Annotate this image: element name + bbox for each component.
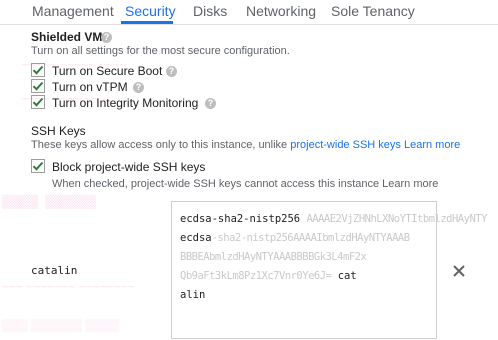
shielded-vm-description: Turn on all settings for the most secure… (31, 45, 290, 57)
ssh-key-line: BBBEAbmlzdHAyNTYAAABBBBGk3L4mF2x (180, 251, 367, 263)
tab-management[interactable]: Management (32, 3, 114, 19)
tab-security[interactable]: Security (125, 3, 176, 19)
integrity-monitoring-checkbox[interactable] (31, 95, 45, 109)
ssh-key-redacted: Qb9aFt3kLm8Pz1Xc7Vnr0Ye6J= (180, 270, 332, 282)
ssh-key-line: alin (180, 289, 205, 301)
integrity-monitoring-label: Turn on Integrity Monitoring (52, 96, 199, 110)
tab-networking[interactable]: Networking (246, 3, 316, 19)
secure-boot-checkbox[interactable] (31, 63, 45, 77)
tab-sole-tenancy[interactable]: Sole Tenancy (331, 3, 415, 19)
tab-bar: Management Security Disks Networking Sol… (0, 0, 498, 25)
help-icon[interactable]: ? (205, 98, 216, 109)
background-artifact: ~~~ ~~~~~~~ ~~~~~~~~ (2, 280, 135, 294)
ssh-key-textarea[interactable]: ecdsa-sha2-nistp256 AAAAE2VjZHNhLXNoYTIt… (171, 201, 487, 339)
block-learn-more-link[interactable]: Learn more (382, 178, 438, 190)
active-tab-indicator (121, 21, 173, 24)
learn-more-link[interactable]: Learn more (404, 139, 460, 151)
help-icon[interactable]: ? (101, 32, 112, 43)
ssh-key-redacted: BBBEAbmlzdHAyNTYAAABBBBGk3L4mF2x (180, 251, 367, 263)
ssh-key-line: ecdsa-sha2-nistp256 AAAAE2VjZHNhLXNoYTIt… (180, 213, 487, 225)
check-icon (31, 79, 45, 93)
block-project-ssh-keys-label: Block project-wide SSH keys (52, 160, 206, 174)
ssh-keys-description: These keys allow access only to this ins… (31, 139, 460, 151)
background-artifact: ▒▒▒▒▒ ▒▒▒▒▒▒▒ (2, 195, 96, 209)
help-icon[interactable]: ? (133, 82, 144, 93)
tab-disks[interactable]: Disks (193, 3, 227, 19)
ssh-key-redacted: AAAAE2VjZHNhLXNoYTItbmlzdHAyNTY (306, 213, 487, 225)
check-icon (31, 63, 45, 77)
ssh-key-line: Qb9aFt3kLm8Pz1Xc7Vnr0Ye6J= cat (180, 270, 357, 282)
check-icon (31, 159, 45, 173)
ssh-keys-description-text: These keys allow access only to this ins… (31, 139, 291, 151)
secure-boot-label: Turn on Secure Boot (52, 64, 163, 78)
ssh-key-text: ecdsa (180, 232, 212, 244)
block-ssh-keys-help: When checked, project-wide SSH keys cann… (52, 178, 438, 190)
ssh-key-line: ecdsa-sha2-nistp256AAAAIbmlzdHAyNTYAAAB (180, 232, 410, 244)
background-artifact: ▒▒▒ ▒▒▒▒▒▒ ▒▒▒▒ (2, 318, 120, 332)
help-icon[interactable]: ? (166, 66, 177, 77)
ssh-key-redacted: -sha2-nistp256AAAAIbmlzdHAyNTYAAAB (211, 232, 410, 244)
ssh-key-text: ecdsa-sha2-nistp256 (180, 213, 307, 225)
ssh-key-text: cat (331, 270, 357, 282)
project-wide-ssh-keys-link[interactable]: project-wide SSH keys (290, 139, 401, 151)
close-icon[interactable] (451, 263, 467, 279)
block-project-ssh-keys-checkbox[interactable] (31, 159, 45, 173)
ssh-keys-heading: SSH Keys (31, 124, 86, 138)
shielded-vm-heading: Shielded VM (31, 30, 103, 44)
vtpm-checkbox[interactable] (31, 79, 45, 93)
ssh-key-text: alin (180, 289, 206, 301)
block-ssh-keys-help-text: When checked, project-wide SSH keys cann… (52, 178, 383, 190)
ssh-key-username: catalin (31, 264, 78, 277)
check-icon (31, 95, 45, 109)
vtpm-label: Turn on vTPM (52, 80, 128, 94)
